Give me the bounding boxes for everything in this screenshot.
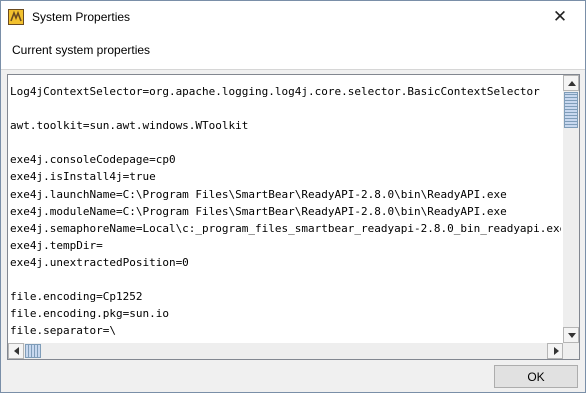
header-panel: Current system properties bbox=[1, 32, 585, 70]
header-label: Current system properties bbox=[12, 43, 151, 57]
vertical-scroll-thumb[interactable] bbox=[564, 92, 578, 128]
scroll-down-button[interactable] bbox=[563, 327, 579, 343]
close-button[interactable]: ✕ bbox=[541, 5, 579, 29]
scroll-left-button[interactable] bbox=[8, 343, 24, 359]
horizontal-scrollbar[interactable] bbox=[8, 343, 563, 359]
arrow-up-icon bbox=[568, 81, 576, 86]
vertical-scrollbar[interactable] bbox=[563, 75, 579, 343]
property-line: exe4j.moduleName=C:\Program Files\SmartB… bbox=[10, 204, 507, 218]
ok-button[interactable]: OK bbox=[494, 365, 578, 388]
property-line: exe4j.isInstall4j=true bbox=[10, 170, 156, 184]
properties-text-area[interactable]: Log4jContextSelector=org.apache.logging.… bbox=[7, 74, 580, 360]
arrow-right-icon bbox=[554, 347, 559, 355]
property-line: Log4jContextSelector=org.apache.logging.… bbox=[10, 85, 540, 98]
property-line: exe4j.consoleCodepage=cp0 bbox=[10, 153, 176, 167]
property-line: file.encoding=Cp1252 bbox=[10, 290, 143, 304]
property-line: exe4j.tempDir= bbox=[10, 238, 103, 252]
scroll-right-button[interactable] bbox=[547, 343, 563, 359]
property-line: exe4j.launchName=C:\Program Files\SmartB… bbox=[10, 187, 507, 201]
scrollbar-corner bbox=[563, 343, 579, 359]
horizontal-scroll-thumb[interactable] bbox=[25, 344, 41, 358]
window-title: System Properties bbox=[32, 10, 131, 24]
properties-text[interactable]: Log4jContextSelector=org.apache.logging.… bbox=[10, 83, 561, 341]
app-icon bbox=[8, 9, 24, 25]
close-icon: ✕ bbox=[552, 7, 568, 26]
arrow-left-icon bbox=[14, 347, 19, 355]
property-line: exe4j.semaphoreName=Local\c:_program_fil… bbox=[10, 221, 561, 235]
title-bar[interactable]: System Properties ✕ bbox=[1, 1, 585, 32]
property-line: exe4j.unextractedPosition=0 bbox=[10, 255, 189, 269]
scroll-up-button[interactable] bbox=[563, 75, 579, 91]
arrow-down-icon bbox=[568, 333, 576, 338]
property-line: file.separator=\ bbox=[10, 324, 116, 338]
system-properties-dialog: System Properties ✕ Current system prope… bbox=[0, 0, 586, 393]
property-line: awt.toolkit=sun.awt.windows.WToolkit bbox=[10, 119, 249, 133]
property-line: file.encoding.pkg=sun.io bbox=[10, 307, 169, 321]
